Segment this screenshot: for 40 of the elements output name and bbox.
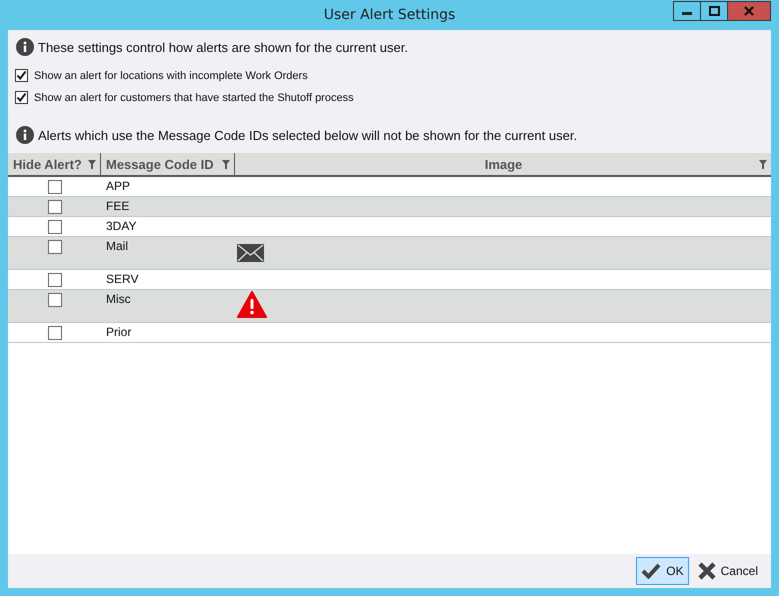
x-icon [698,562,716,580]
ok-button[interactable]: OK [636,557,689,585]
envelope-icon [237,244,264,262]
checkbox[interactable] [48,240,62,254]
close-button[interactable] [727,1,771,21]
column-header[interactable]: Hide Alert? [8,153,101,175]
filter-icon [88,160,96,168]
info-text: These settings control how alerts are shown for the current user. [38,40,408,54]
checkbox[interactable] [48,180,62,194]
table-cell: Misc [106,292,131,306]
table-cell: Prior [106,325,132,339]
table-cell: APP [106,179,130,193]
table-cell: FEE [106,199,130,213]
warning-icon [237,291,267,318]
checkbox[interactable] [48,220,62,234]
info-icon [16,38,34,56]
checkbox-label: Show an alert for locations with incomplete Work Orders [34,70,308,82]
checkbox[interactable] [15,91,28,104]
cancel-button[interactable]: Cancel [692,557,763,585]
maximize-icon [708,6,720,16]
checkbox-label: Show an alert for customers that have started the Shutoff process [34,92,354,104]
checkbox[interactable] [48,326,62,340]
checkbox[interactable] [15,69,28,82]
close-icon [744,6,754,16]
checkbox[interactable] [48,293,62,307]
filter-icon [222,160,230,168]
table-cell: SERV [106,272,138,286]
info-icon [16,126,34,144]
window-title: User Alert Settings [324,7,456,23]
info-text: Alerts which use the Message Code IDs selected below will not be shown for the current user. [38,128,578,142]
table-cell: Mail [106,239,128,253]
maximize-button[interactable] [700,1,728,21]
checkmark-icon [641,563,662,579]
minimize-button[interactable] [673,1,701,21]
checkbox[interactable] [48,273,62,287]
filter-icon [759,160,767,169]
column-header[interactable]: Message Code ID [101,153,235,175]
column-header[interactable]: Image [235,153,771,175]
table-cell: 3DAY [106,219,136,233]
checkbox[interactable] [48,200,62,214]
